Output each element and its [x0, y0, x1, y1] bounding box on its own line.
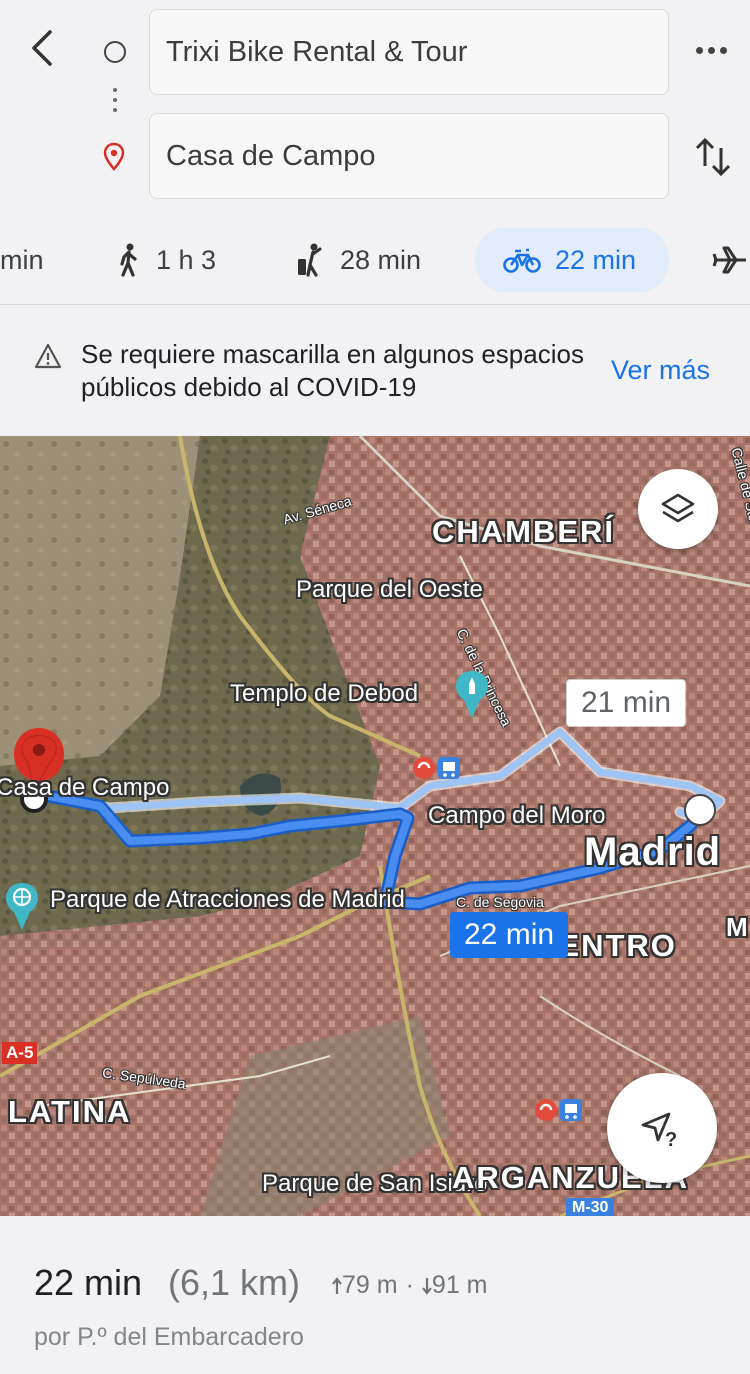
bike-icon — [503, 248, 541, 273]
main-route-time-badge[interactable]: 22 min — [450, 912, 569, 958]
highway-shield: A-5 — [2, 1042, 38, 1064]
tab-ride[interactable]: 28 min — [296, 228, 421, 292]
tab-ride-label: 28 min — [340, 244, 422, 275]
amusement-park-pin-icon[interactable] — [4, 882, 40, 932]
arrow-down-icon — [422, 1277, 432, 1295]
route-start-marker[interactable] — [684, 794, 716, 826]
see-more-link[interactable]: Ver más — [611, 355, 710, 386]
route-distance: (6,1 km) — [168, 1262, 301, 1303]
transit-station-icon[interactable] — [412, 754, 464, 782]
navigation-unknown-icon: ? — [641, 1112, 677, 1148]
notice-text: Se requiere mascarilla en algunos espaci… — [81, 339, 584, 402]
tab-bike-label: 22 min — [555, 244, 637, 275]
svg-text:?: ? — [665, 1129, 677, 1148]
covid-notice: Se requiere mascarilla en algunos espaci… — [0, 305, 750, 435]
origin-circle-icon — [104, 41, 126, 63]
park-label: Casa de Campo — [0, 774, 170, 801]
route-via: por P.º del Embarcadero — [34, 1323, 304, 1351]
park-label: Campo del Moro — [428, 802, 606, 829]
route-summary-sheet[interactable]: 22 min (6,1 km) 79 m · 91 m por P.º del … — [0, 1216, 750, 1374]
layers-icon — [661, 493, 695, 523]
swap-route-button[interactable] — [690, 132, 736, 182]
back-arrow-icon — [32, 30, 52, 66]
route-duration: 22 min — [34, 1262, 143, 1303]
transit-station-icon[interactable] — [534, 1096, 586, 1124]
tab-bike[interactable]: 22 min — [475, 228, 669, 292]
walk-icon — [120, 243, 137, 277]
map-view[interactable]: Av. Séneca CHAMBERÍ Parque del Oeste C. … — [0, 436, 750, 1216]
ride-hail-icon — [298, 243, 322, 277]
tab-drive-label: min — [0, 244, 44, 275]
travel-mode-tabs: min 1 h 3 28 min 22 min — [0, 228, 750, 292]
district-label: CHAMBERÍ — [432, 514, 616, 549]
more-options-button[interactable] — [688, 35, 734, 65]
tab-walk-label: 1 h 3 — [156, 244, 217, 275]
poi-label: Parque de Atracciones de Madrid — [50, 886, 405, 913]
elevation-descent: 91 m — [431, 1271, 488, 1299]
highway-shield: M-30 — [566, 1198, 615, 1216]
park-label: Parque del Oeste — [296, 576, 483, 603]
route-markers — [96, 36, 132, 176]
route-dots-icon — [113, 88, 117, 118]
location-button[interactable]: ? — [607, 1073, 717, 1183]
dot-icon — [707, 46, 715, 54]
origin-field[interactable]: Trixi Bike Rental & Tour — [149, 9, 669, 95]
street-label: C. de Segovia — [456, 894, 544, 910]
district-label: LATINA — [8, 1094, 132, 1129]
dot-icon — [719, 46, 727, 54]
tab-flight[interactable] — [712, 228, 750, 292]
elevation-ascent: 79 m — [342, 1271, 398, 1299]
district-label: M — [726, 912, 750, 942]
tab-drive[interactable]: min — [0, 228, 44, 292]
destination-pin-icon — [103, 142, 125, 171]
dot-icon — [695, 46, 703, 54]
alt-route-time-badge[interactable]: 21 min — [566, 679, 687, 727]
poi-label: Templo de Debod — [230, 680, 419, 707]
arrow-up-icon — [332, 1276, 342, 1294]
tab-walk[interactable]: 1 h 3 — [116, 228, 216, 292]
monument-pin-icon[interactable] — [454, 670, 490, 720]
elevation-separator: · — [405, 1271, 414, 1299]
map-layers-button[interactable] — [638, 469, 718, 549]
directions-header: Trixi Bike Rental & Tour Casa de Campo m… — [0, 0, 750, 305]
elevation-info: 79 m · 91 m — [332, 1271, 488, 1300]
airplane-icon — [712, 246, 746, 274]
destination-field[interactable]: Casa de Campo — [149, 113, 669, 199]
swap-arrows-icon — [695, 137, 731, 177]
warning-icon — [34, 343, 62, 369]
city-label: Madrid — [584, 830, 722, 874]
back-button[interactable] — [22, 26, 66, 70]
